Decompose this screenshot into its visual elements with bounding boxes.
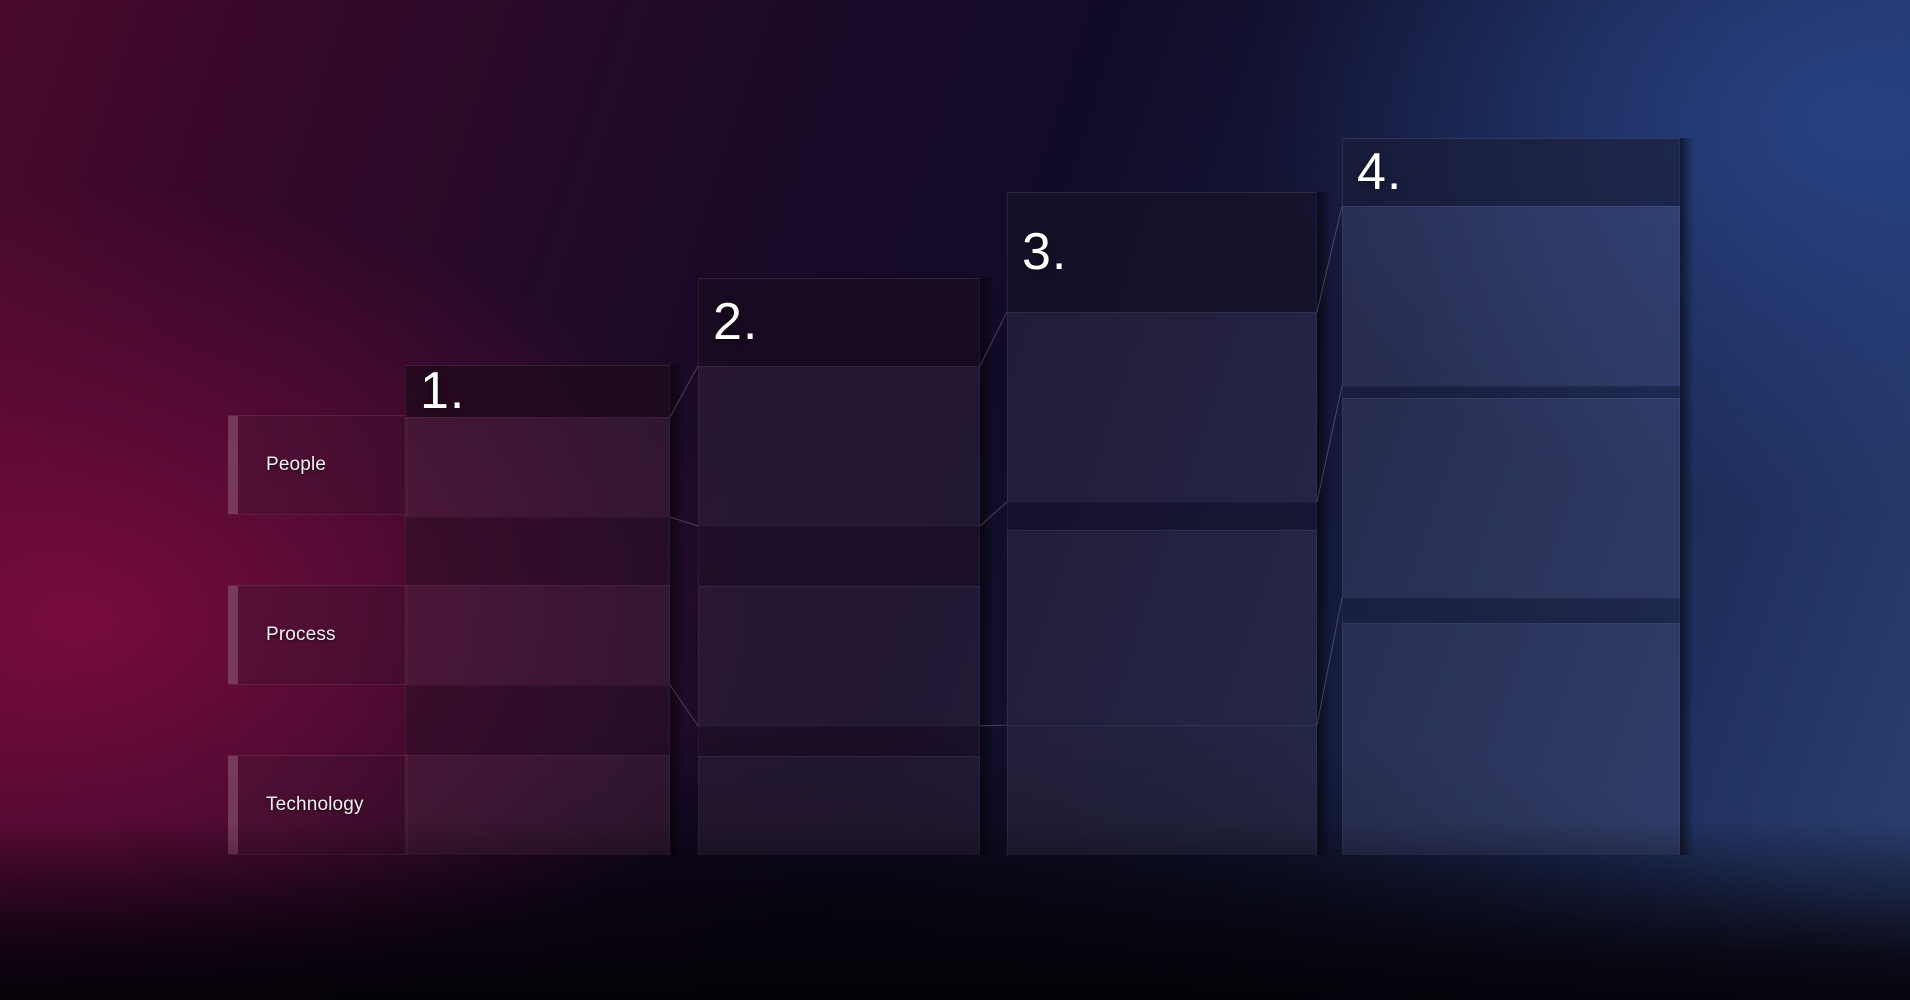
step-1-band-1 — [405, 417, 670, 517]
step-3-band-3 — [1007, 530, 1317, 725]
step-4-band-4 — [1342, 598, 1680, 623]
step-1-band-2 — [405, 517, 670, 585]
step-edge-shadow-1 — [670, 365, 684, 855]
row-label-text: Process — [266, 624, 336, 645]
step-1-band-3 — [405, 585, 670, 685]
step-4-band-3 — [1342, 398, 1680, 598]
step-3-band-1 — [1007, 312, 1317, 502]
step-number-3: 3. — [1022, 222, 1068, 281]
row-accent-bar — [228, 586, 238, 684]
step-number-1: 1. — [420, 361, 466, 420]
step-cap-3: 3. — [1007, 192, 1317, 312]
step-2-band-1 — [698, 366, 980, 526]
step-4-band-2 — [1342, 386, 1680, 398]
step-4-band-5 — [1342, 623, 1680, 855]
step-cap-2: 2. — [698, 278, 980, 366]
step-edge-shadow-3 — [1317, 192, 1331, 855]
step-edge-shadow-4 — [1680, 138, 1694, 855]
row-accent-bar — [228, 416, 238, 514]
step-4-band-1 — [1342, 206, 1680, 386]
maturity-step-3[interactable]: 3. — [1007, 192, 1331, 855]
maturity-step-2[interactable]: 2. — [698, 278, 994, 855]
step-3-band-5 — [1007, 725, 1317, 855]
maturity-step-4[interactable]: 4. — [1342, 138, 1694, 855]
step-2-band-4 — [698, 726, 980, 756]
step-cap-4: 4. — [1342, 138, 1680, 206]
row-label-text: Technology — [266, 794, 364, 815]
step-3-band-2 — [1007, 502, 1317, 530]
step-2-band-5 — [698, 756, 980, 855]
step-number-2: 2. — [713, 292, 759, 351]
step-cap-1: 1. — [405, 361, 670, 420]
slide-canvas: People Process Technology 1. 2. 3. 4. — [0, 0, 1910, 1000]
maturity-staircase-diagram: People Process Technology 1. 2. 3. 4. — [0, 0, 1910, 1000]
row-label-text: People — [266, 454, 327, 475]
step-number-4: 4. — [1357, 142, 1403, 201]
step-2-band-3 — [698, 586, 980, 726]
step-1-band-4 — [405, 685, 670, 755]
step-2-band-2 — [698, 526, 980, 586]
step-edge-shadow-2 — [980, 278, 994, 855]
row-label-people: People — [228, 415, 408, 515]
row-label-technology: Technology — [228, 755, 408, 855]
row-accent-bar — [228, 756, 238, 854]
step-1-band-5 — [405, 755, 670, 855]
row-label-process: Process — [228, 585, 408, 685]
maturity-step-1[interactable]: 1. — [405, 361, 684, 855]
